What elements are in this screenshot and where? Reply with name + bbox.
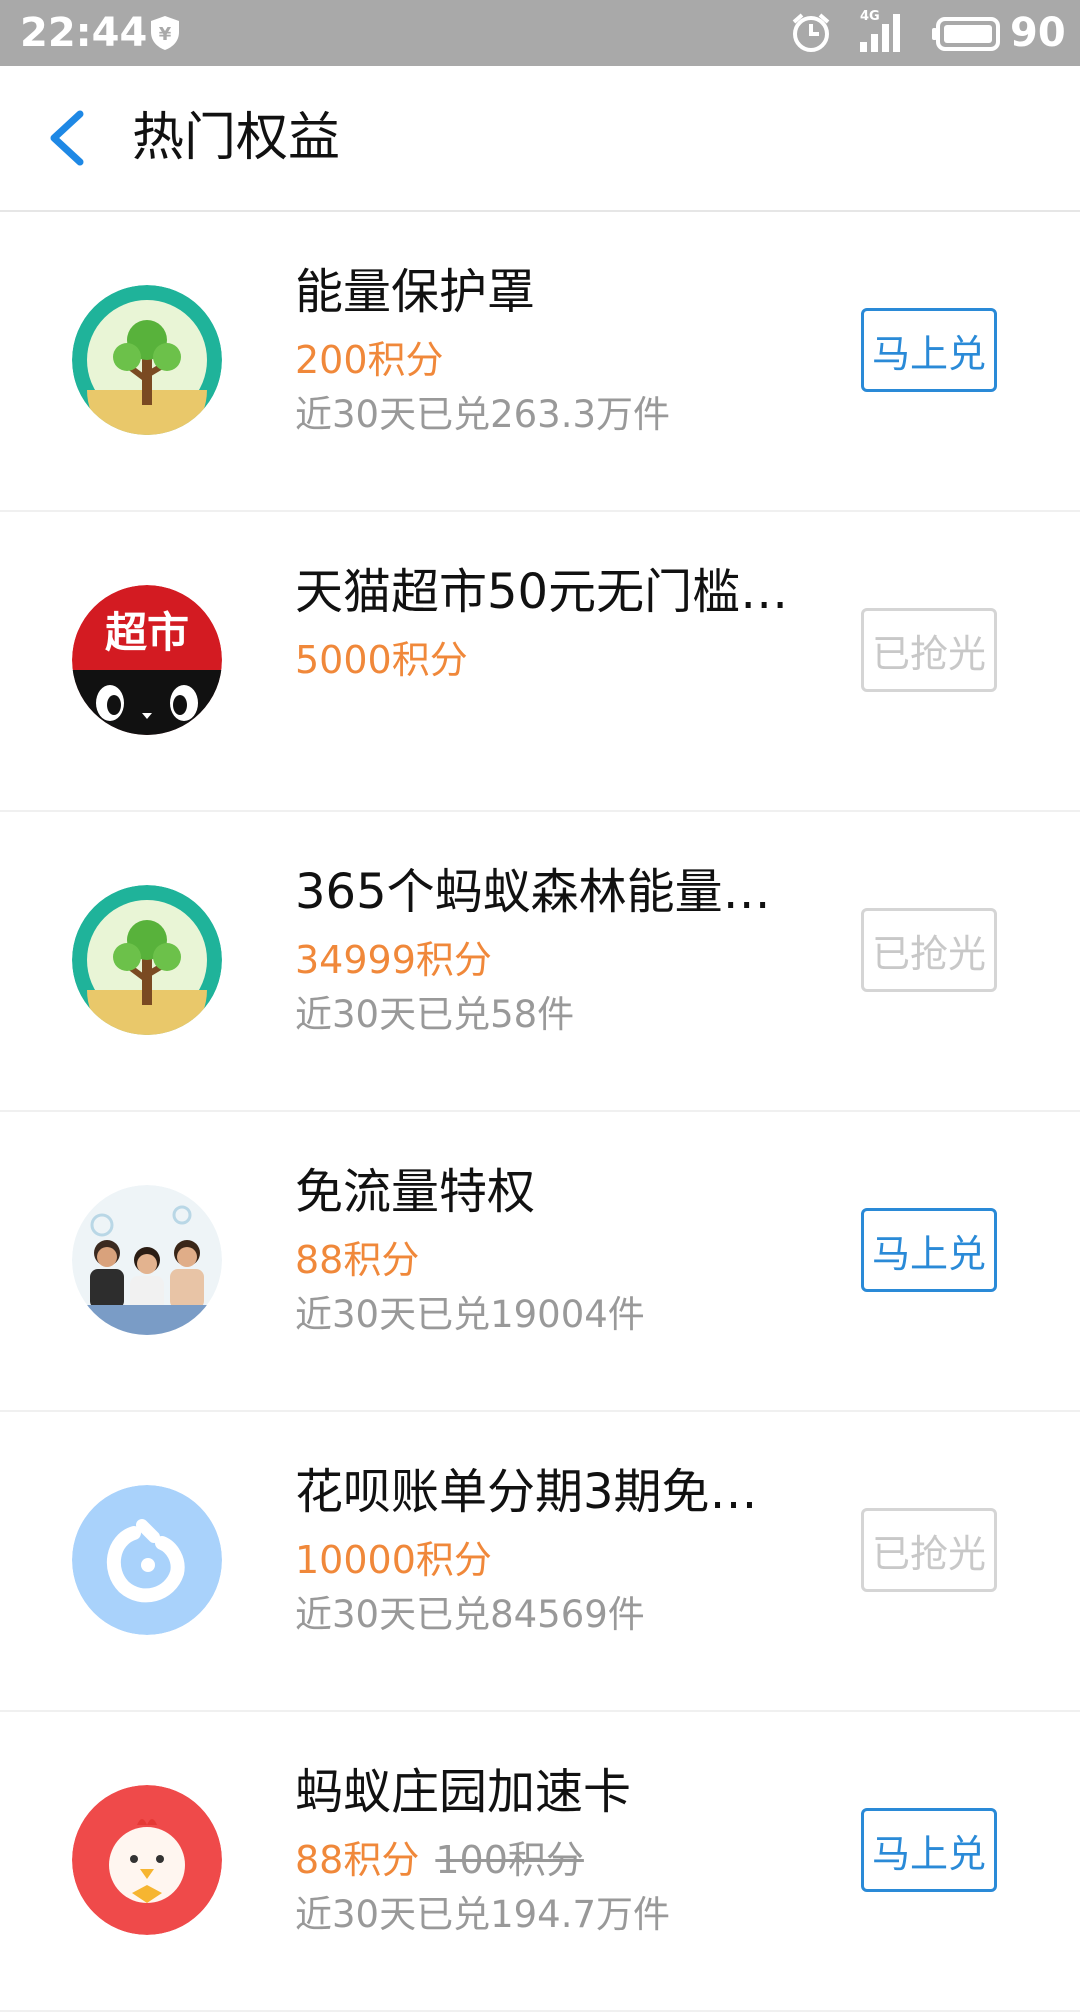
back-arrow-icon[interactable] xyxy=(30,96,102,180)
redeem-button[interactable]: 马上兑 xyxy=(861,1808,997,1892)
item-points: 88积分 xyxy=(295,1238,420,1282)
shield-icon: ¥ xyxy=(151,16,179,50)
item-title: 天猫超市50元无门槛购. xyxy=(295,564,795,620)
item-sold-count: 近30天已兑194.7万件 xyxy=(295,1893,671,1936)
item-title: 免流量特权 xyxy=(295,1164,536,1220)
list-item[interactable]: 365个蚂蚁森林能量保... 34999积分 近30天已兑58件 已抢光 xyxy=(0,812,1080,1112)
rights-list: 能量保护罩 200积分 近30天已兑263.3万件 马上兑 超市 天猫超市50元… xyxy=(0,212,1080,2012)
tmall-icon-text: 超市 xyxy=(105,608,189,657)
huabei-icon xyxy=(72,1485,222,1635)
tree-icon xyxy=(72,885,222,1035)
page-title: 热门权益 xyxy=(132,108,341,168)
redeem-button[interactable]: 马上兑 xyxy=(861,308,997,392)
item-sold-count: 近30天已兑58件 xyxy=(295,993,575,1036)
redeem-button[interactable]: 马上兑 xyxy=(861,1208,997,1292)
item-points: 34999积分 xyxy=(295,938,492,982)
item-sold-count: 近30天已兑263.3万件 xyxy=(295,393,671,436)
list-item[interactable]: 花呗账单分期3期免手... 10000积分 近30天已兑84569件 已抢光 xyxy=(0,1412,1080,1712)
signal-icon xyxy=(860,14,900,52)
item-points: 10000积分 xyxy=(295,1538,492,1582)
item-points: 200积分 xyxy=(295,338,444,382)
list-item[interactable]: 蚂蚁庄园加速卡 88积分 100积分 近30天已兑194.7万件 马上兑 xyxy=(0,1712,1080,2012)
item-title: 365个蚂蚁森林能量保... xyxy=(295,864,795,920)
tree-icon xyxy=(72,285,222,435)
item-title: 花呗账单分期3期免手... xyxy=(295,1464,795,1520)
people-photo-icon xyxy=(72,1185,222,1335)
chicken-icon xyxy=(72,1785,222,1935)
item-points: 88积分 xyxy=(295,1838,420,1882)
battery-level: 90 xyxy=(1010,10,1066,56)
item-sold-count: 近30天已兑19004件 xyxy=(295,1293,645,1336)
list-item[interactable]: 免流量特权 88积分 近30天已兑19004件 马上兑 xyxy=(0,1112,1080,1412)
list-item[interactable]: 能量保护罩 200积分 近30天已兑263.3万件 马上兑 xyxy=(0,212,1080,512)
item-title: 蚂蚁庄园加速卡 xyxy=(295,1764,632,1820)
header-bar: 热门权益 xyxy=(0,66,1080,212)
item-sold-count: 近30天已兑84569件 xyxy=(295,1593,645,1636)
status-time: 22:44 xyxy=(20,10,148,56)
alarm-icon xyxy=(792,13,830,52)
tmall-supermarket-icon: 超市 xyxy=(72,585,222,735)
battery-icon xyxy=(932,17,1000,51)
item-points-wrap: 88积分 100积分 xyxy=(295,1836,584,1884)
svg-text:¥: ¥ xyxy=(159,24,172,45)
item-original-points: 100积分 xyxy=(435,1838,584,1882)
item-title: 能量保护罩 xyxy=(295,264,536,320)
sold-out-button[interactable]: 已抢光 xyxy=(861,608,997,692)
list-item[interactable]: 超市 天猫超市50元无门槛购. 5000积分 已抢光 xyxy=(0,512,1080,812)
status-bar: 22:44 ¥ 4G 90 xyxy=(0,0,1080,66)
item-points: 5000积分 xyxy=(295,638,468,682)
sold-out-button[interactable]: 已抢光 xyxy=(861,1508,997,1592)
sold-out-button[interactable]: 已抢光 xyxy=(861,908,997,992)
